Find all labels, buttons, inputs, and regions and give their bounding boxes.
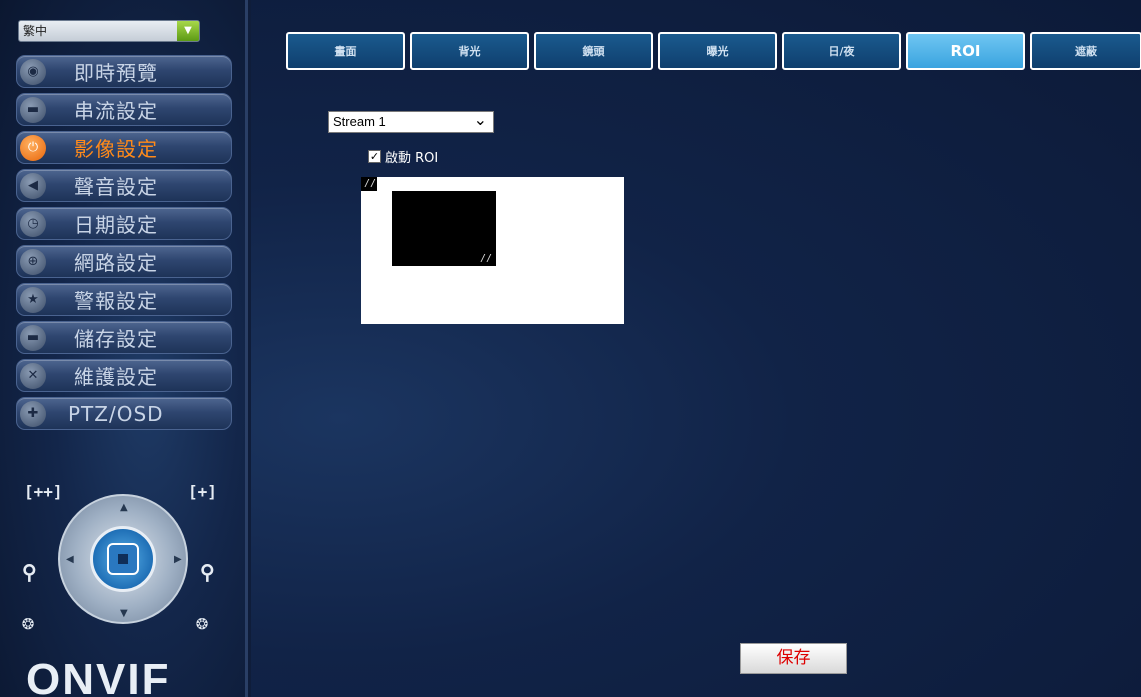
pan-down-icon[interactable]: ▼ — [120, 608, 128, 619]
pan-right-icon[interactable]: ▶ — [174, 554, 182, 565]
zoom-wide-button[interactable]: [++] — [24, 482, 63, 501]
storage-icon: ▬ — [20, 324, 46, 351]
chevron-down-icon: ⌄ — [473, 112, 487, 129]
chevron-down-icon: ▼ — [177, 21, 199, 41]
sidebar: 繁中 ▼ ◉ 即時預覽 ▬ 串流設定 ⏻ 影像設定 ◀ 聲音設定 ◷ 日期設定 … — [0, 0, 248, 697]
sidebar-item-label: 維護設定 — [74, 365, 158, 389]
sidebar-item-label: 警報設定 — [74, 289, 158, 313]
sidebar-item-label: 儲存設定 — [74, 327, 158, 351]
enable-roi-checkbox[interactable]: ✓ — [368, 150, 381, 163]
stream-select-value: Stream 1 — [333, 114, 386, 129]
tab-day-night[interactable]: 日/夜 — [782, 32, 901, 70]
ptz-icon: ✚ — [20, 400, 46, 427]
ptz-joystick[interactable]: ▲ ▼ ◀ ▶ — [58, 494, 188, 624]
sidebar-item-maintenance[interactable]: ✕ 維護設定 — [16, 359, 232, 392]
main-panel — [251, 0, 1141, 697]
language-select[interactable]: 繁中 ▼ — [18, 20, 200, 42]
sidebar-item-label: 即時預覽 — [74, 61, 158, 85]
tools-icon: ✕ — [20, 362, 46, 389]
sidebar-item-date[interactable]: ◷ 日期設定 — [16, 207, 232, 240]
tab-lens[interactable]: 鏡頭 — [534, 32, 653, 70]
roi-preview-canvas[interactable]: // // — [361, 177, 624, 324]
clock-icon: ◷ — [20, 210, 46, 237]
tab-roi[interactable]: ROI — [906, 32, 1025, 70]
roi-region[interactable]: // — [392, 191, 496, 266]
save-button[interactable]: 保存 — [740, 643, 847, 674]
stream-select[interactable]: Stream 1 ⌄ — [328, 111, 494, 133]
sidebar-item-audio[interactable]: ◀ 聲音設定 — [16, 169, 232, 202]
sidebar-item-label: 影像設定 — [74, 137, 158, 161]
sidebar-item-live-view[interactable]: ◉ 即時預覽 — [16, 55, 232, 88]
sidebar-item-label: 日期設定 — [74, 213, 158, 237]
onvif-logo: ONVIF — [26, 655, 171, 697]
resize-handle-icon[interactable]: // — [480, 253, 492, 264]
zoom-in-icon[interactable]: ⚲ — [200, 560, 215, 584]
sidebar-item-label: 串流設定 — [74, 99, 158, 123]
speaker-icon: ◀ — [20, 172, 46, 199]
network-icon: ⊕ — [20, 248, 46, 275]
power-icon: ⏻ — [20, 134, 46, 161]
zoom-tele-button[interactable]: [+] — [188, 482, 217, 501]
focus-far-icon[interactable]: ❂ — [196, 610, 208, 634]
stream-icon: ▬ — [20, 96, 46, 123]
tab-picture[interactable]: 畫面 — [286, 32, 405, 70]
sidebar-item-label: 聲音設定 — [74, 175, 158, 199]
language-select-value: 繁中 — [23, 24, 48, 38]
zoom-out-icon[interactable]: ⚲ — [22, 560, 37, 584]
sidebar-item-alarm[interactable]: ★ 警報設定 — [16, 283, 232, 316]
tab-backlight[interactable]: 背光 — [410, 32, 529, 70]
sidebar-item-ptz-osd[interactable]: ✚ PTZ/OSD — [16, 397, 232, 430]
tab-exposure[interactable]: 曝光 — [658, 32, 777, 70]
hatch-icon: // — [364, 178, 377, 189]
pan-up-icon[interactable]: ▲ — [120, 502, 128, 513]
settings-tabs: 畫面 背光 鏡頭 曝光 日/夜 ROI 遮蔽 — [286, 32, 1141, 70]
resize-handle-icon[interactable]: // — [361, 177, 377, 191]
ptz-stop-button[interactable] — [107, 543, 139, 575]
ptz-control: [++] [+] ⚲ ⚲ ❂ ❂ ▲ ▼ ◀ ▶ — [0, 470, 248, 650]
sidebar-item-label: 網路設定 — [74, 251, 158, 275]
pan-left-icon[interactable]: ◀ — [66, 554, 74, 565]
sidebar-item-label: PTZ/OSD — [68, 401, 164, 426]
alarm-icon: ★ — [20, 286, 46, 313]
sidebar-item-image[interactable]: ⏻ 影像設定 — [16, 131, 232, 164]
ptz-center-ring — [90, 526, 156, 592]
sidebar-item-stream[interactable]: ▬ 串流設定 — [16, 93, 232, 126]
enable-roi-checkbox-row[interactable]: ✓ 啟動 ROI — [368, 147, 438, 166]
sidebar-menu: ◉ 即時預覽 ▬ 串流設定 ⏻ 影像設定 ◀ 聲音設定 ◷ 日期設定 ⊕ 網路設… — [16, 55, 232, 435]
focus-near-icon[interactable]: ❂ — [22, 610, 34, 634]
tab-privacy-mask[interactable]: 遮蔽 — [1030, 32, 1141, 70]
sidebar-item-storage[interactable]: ▬ 儲存設定 — [16, 321, 232, 354]
sidebar-item-network[interactable]: ⊕ 網路設定 — [16, 245, 232, 278]
live-view-icon: ◉ — [20, 58, 46, 85]
enable-roi-label: 啟動 ROI — [385, 151, 439, 166]
